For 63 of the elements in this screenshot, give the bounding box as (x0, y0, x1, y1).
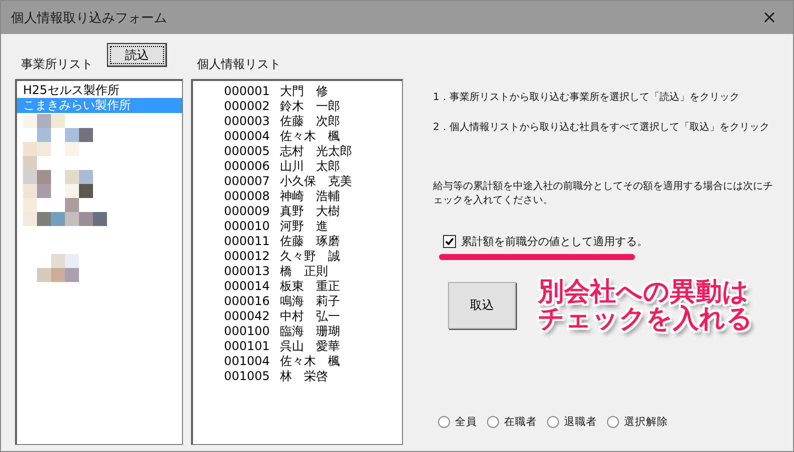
employee-name: 橋 正則 (280, 264, 328, 279)
employee-code: 000003 (224, 114, 270, 129)
employee-code: 001004 (224, 354, 270, 369)
employee-name: 呉山 愛華 (280, 339, 340, 354)
employee-code: 000042 (224, 309, 270, 324)
employee-name: 久々野 誠 (280, 249, 340, 264)
employee-code: 000101 (224, 339, 270, 354)
radio-button[interactable] (547, 416, 559, 428)
employee-code: 000002 (224, 99, 270, 114)
instruction-text: 1．事業所リストから取り込む事業所を選択して「読込」をクリック (433, 90, 740, 104)
employee-code: 000014 (224, 279, 270, 294)
employee-name: 河野 進 (280, 219, 328, 234)
employee-name: 臨海 珊瑚 (280, 324, 340, 339)
employee-code: 000001 (224, 84, 270, 99)
apply-checkbox[interactable] (443, 235, 456, 248)
employee-name: 林 栄啓 (280, 369, 328, 384)
radio-button[interactable] (438, 416, 450, 428)
employee-code: 000013 (224, 264, 270, 279)
radio-button[interactable] (487, 416, 499, 428)
employee-code: 000007 (224, 174, 270, 189)
note-text: 給与等の累計額を中途入社の前職分としてその額を適用する場合には次にチェックを入れてください。 (433, 180, 774, 208)
close-button[interactable]: × (756, 7, 783, 28)
employee-code: 000100 (224, 324, 270, 339)
employee-name: 大門 修 (280, 84, 328, 99)
list-label: 個人情報リスト (197, 56, 281, 73)
instruction-text: 2．個人情報リストから取り込む社員をすべて選択して「取込」をクリック (433, 120, 770, 134)
employee-code: 000009 (224, 204, 270, 219)
radio-button[interactable] (607, 416, 619, 428)
employee-code: 000012 (224, 249, 270, 264)
employee-code: 000005 (224, 144, 270, 159)
checkbox-label: 累計額を前職分の値として適用する。 (461, 234, 648, 249)
employee-name: 山川 太郎 (280, 159, 340, 174)
employee-name: 小久保 克美 (280, 174, 352, 189)
office-item[interactable]: H25セルス製作所 (17, 83, 182, 98)
employee-name: 鳴海 莉子 (280, 294, 340, 309)
employee-code: 000008 (224, 189, 270, 204)
employee-name: 志村 光太郎 (280, 144, 352, 159)
employee-name: 真野 大樹 (280, 204, 340, 219)
employee-code: 000010 (224, 219, 270, 234)
window-title: 個人情報取り込みフォーム (11, 10, 167, 26)
office-listbox[interactable]: H25セルス製作所 こまきみらい製作所 (15, 79, 183, 445)
employee-code: 001005 (224, 369, 270, 384)
employee-code: 000016 (224, 294, 270, 309)
radio-label: 全員 (455, 415, 477, 429)
list-label: 事業所リスト (21, 56, 93, 73)
employee-name: 中村 弘一 (280, 309, 340, 324)
employee-name: 神崎 浩輔 (280, 189, 340, 204)
load-button[interactable]: 読込 (107, 43, 167, 67)
annotation-text: チェックを入れる (538, 304, 753, 336)
radio-label: 在職者 (504, 415, 537, 429)
employee-name: 佐々木 楓 (280, 129, 340, 144)
employee-name: 板東 重正 (280, 279, 340, 294)
employee-name: 鈴木 一郎 (280, 99, 340, 114)
employee-code: 000004 (224, 129, 270, 144)
employee-name: 佐藤 次郎 (280, 114, 340, 129)
import-button[interactable]: 取込 (448, 282, 516, 329)
employee-name: 佐藤 琢磨 (280, 234, 340, 249)
employee-code: 000011 (224, 234, 270, 249)
radio-label: 退職者 (564, 415, 597, 429)
employee-code: 000006 (224, 159, 270, 174)
radio-label: 選択解除 (624, 415, 668, 429)
employee-name: 佐々木 楓 (280, 354, 340, 369)
person-listbox[interactable] (191, 79, 403, 445)
